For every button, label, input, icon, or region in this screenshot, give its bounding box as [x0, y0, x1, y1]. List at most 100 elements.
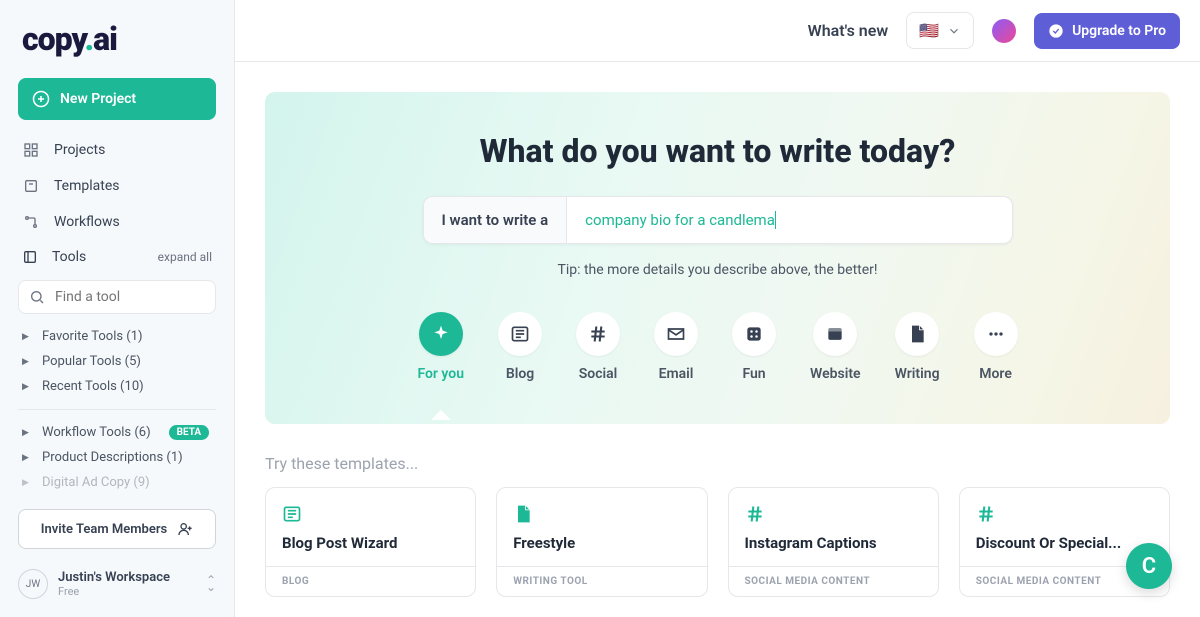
language-selector[interactable]: 🇺🇸 [906, 12, 974, 49]
category-label: For you [417, 366, 464, 382]
category-label: Blog [506, 366, 534, 382]
hash-icon [576, 312, 620, 356]
search-input[interactable] [55, 289, 233, 305]
category-label: Fun [742, 366, 765, 382]
sidebar: copy.ai New Project Projects Templates W… [0, 0, 235, 617]
hero: What do you want to write today? I want … [265, 92, 1170, 424]
category-row: For you Blog Social Email Fun Website Writing M… [295, 312, 1140, 382]
card-title: Discount Or Special... [976, 534, 1153, 552]
sidebar-item-workflows[interactable]: Workflows [12, 204, 222, 240]
upgrade-label: Upgrade to Pro [1072, 23, 1166, 39]
tree-item[interactable]: ▶ Popular Tools (5) [18, 349, 216, 374]
new-project-button[interactable]: New Project [18, 78, 216, 120]
search-icon [29, 289, 45, 305]
tree-label: Popular Tools (5) [42, 354, 141, 369]
sidebar-item-tools[interactable]: Tools expand all [12, 240, 222, 274]
check-badge-icon [1048, 23, 1064, 39]
template-icon [22, 177, 40, 195]
hero-title: What do you want to write today? [295, 132, 1140, 170]
category-label: Email [659, 366, 694, 382]
chevron-down-icon [947, 24, 961, 38]
plus-circle-icon [32, 90, 50, 108]
hash-icon [976, 504, 1153, 524]
category-social[interactable]: Social [576, 312, 620, 382]
blog-icon [282, 504, 459, 524]
tree-item[interactable]: ▶ Digital Ad Copy (9) [18, 470, 216, 495]
tree-label: Digital Ad Copy (9) [42, 475, 150, 490]
tree-item[interactable]: ▶ Product Descriptions (1) [18, 445, 216, 470]
workspace-plan: Free [58, 585, 196, 598]
sparkle-icon [419, 312, 463, 356]
category-writing[interactable]: Writing [895, 312, 940, 382]
tree-item[interactable]: ▶ Recent Tools (10) [18, 374, 216, 399]
card-category: SOCIAL MEDIA CONTENT [729, 566, 938, 596]
grid-icon [22, 141, 40, 159]
whats-new-link[interactable]: What's new [808, 21, 888, 40]
workflow-icon [22, 213, 40, 231]
category-blog[interactable]: Blog [498, 312, 542, 382]
workspace-avatar: JW [18, 569, 48, 599]
category-label: Writing [895, 366, 940, 382]
caret-icon: ▶ [22, 453, 30, 463]
chat-fab[interactable]: C [1126, 543, 1172, 589]
caret-icon: ▶ [22, 332, 30, 342]
sidebar-item-templates[interactable]: Templates [12, 168, 222, 204]
category-label: Website [810, 366, 861, 382]
caret-icon: ▶ [22, 478, 30, 488]
card-title: Freestyle [513, 534, 690, 552]
prompt-input[interactable]: I want to write a company bio for a cand… [423, 196, 1013, 244]
tree-item[interactable]: ▶Workflow Tools (6)BETA [18, 420, 216, 445]
tree-label: Workflow Tools (6) [42, 425, 151, 440]
workspace-switcher[interactable]: JW Justin's Workspace Free ⌃⌄ [12, 569, 222, 599]
expand-all-link[interactable]: expand all [158, 250, 212, 264]
category-label: More [979, 366, 1012, 382]
flag-icon: 🇺🇸 [919, 21, 939, 40]
sidebar-item-label: Projects [54, 142, 105, 158]
main: What's new 🇺🇸 Upgrade to Pro What do you… [235, 0, 1200, 617]
prompt-prefix: I want to write a [424, 197, 568, 243]
window-icon [813, 312, 857, 356]
template-card[interactable]: Instagram Captions SOCIAL MEDIA CONTENT [728, 487, 939, 597]
template-cards: Blog Post Wizard BLOG FreestyleWRITING TOO… [235, 487, 1200, 597]
search-input-wrap[interactable] [18, 280, 216, 314]
template-card[interactable]: Blog Post Wizard BLOG [265, 487, 476, 597]
user-plus-icon [177, 521, 193, 537]
doc-icon [513, 504, 690, 524]
logo[interactable]: copy.ai [12, 20, 222, 78]
caret-icon: ▶ [22, 382, 30, 392]
template-card[interactable]: FreestyleWRITING TOOL [496, 487, 707, 597]
updown-icon: ⌃⌄ [206, 577, 216, 591]
tools-icon [22, 249, 38, 265]
user-avatar[interactable] [992, 19, 1016, 43]
invite-label: Invite Team Members [41, 522, 167, 537]
caret-icon: ▶ [22, 357, 30, 367]
category-website[interactable]: Website [810, 312, 861, 382]
tree-item[interactable]: ▶ Favorite Tools (1) [18, 324, 216, 349]
category-more[interactable]: More [974, 312, 1018, 382]
upgrade-button[interactable]: Upgrade to Pro [1034, 13, 1180, 49]
tree-label: Recent Tools (10) [42, 379, 144, 394]
hash-icon [745, 504, 922, 524]
new-project-label: New Project [60, 91, 136, 107]
tree-label: Favorite Tools (1) [42, 329, 143, 344]
sidebar-item-projects[interactable]: Projects [12, 132, 222, 168]
category-for-you[interactable]: For you [417, 312, 464, 382]
invite-team-button[interactable]: Invite Team Members [18, 509, 216, 549]
tree-label: Product Descriptions (1) [42, 450, 183, 465]
prompt-typing[interactable]: company bio for a candlema [567, 197, 1011, 243]
card-title: Blog Post Wizard [282, 534, 459, 552]
dots-icon [974, 312, 1018, 356]
topbar: What's new 🇺🇸 Upgrade to Pro [235, 0, 1200, 62]
card-category: BLOG [266, 566, 475, 596]
card-title: Instagram Captions [745, 534, 922, 552]
caret-icon: ▶ [22, 428, 30, 438]
sidebar-item-label: Workflows [54, 214, 120, 230]
hero-tip: Tip: the more details you describe above… [295, 262, 1140, 278]
dice-icon [732, 312, 776, 356]
tools-label: Tools [52, 249, 86, 265]
category-fun[interactable]: Fun [732, 312, 776, 382]
doc-icon [895, 312, 939, 356]
workspace-name: Justin's Workspace [58, 570, 196, 585]
content: What do you want to write today? I want … [235, 62, 1200, 617]
category-email[interactable]: Email [654, 312, 698, 382]
